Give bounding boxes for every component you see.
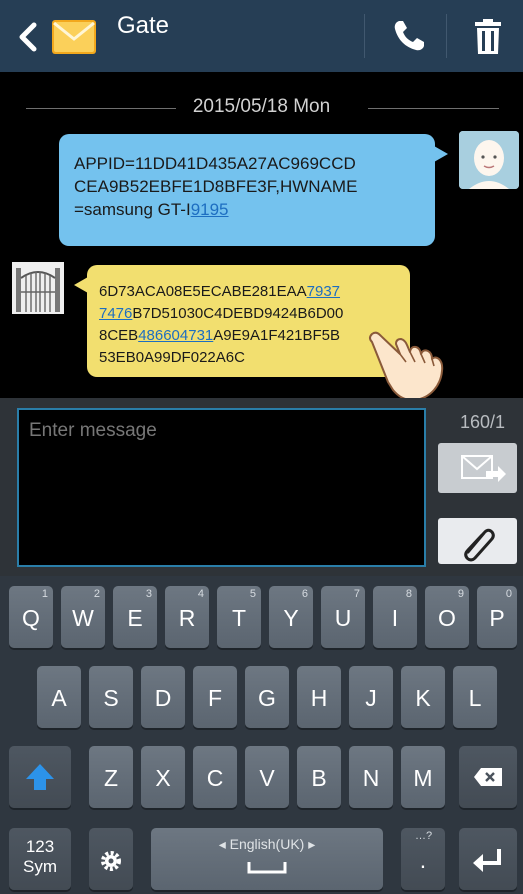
- shift-key[interactable]: [9, 746, 71, 808]
- key-k[interactable]: K: [401, 666, 445, 728]
- symbols-key[interactable]: 123 Sym: [9, 828, 71, 890]
- header-divider: [364, 14, 365, 58]
- message-line: 53EB0A99DF022A6C: [99, 349, 245, 366]
- message-input-placeholder: Enter message: [29, 420, 157, 441]
- phone-number-link[interactable]: 486604731: [138, 327, 213, 344]
- send-message-icon: [461, 455, 506, 482]
- key-a[interactable]: A: [37, 666, 81, 728]
- character-counter: 160/1: [460, 412, 506, 432]
- on-screen-keyboard: 1Q 2W 3E 4R 5T 6Y 7U 8I 9O 0P A S D F G …: [0, 576, 523, 894]
- key-e[interactable]: 3E: [113, 586, 157, 648]
- outgoing-message-bubble[interactable]: APPID=11DD41D435A27AC969CCD CEA9B52EBFE1…: [59, 134, 448, 246]
- key-v[interactable]: V: [245, 746, 289, 808]
- gear-icon: [101, 851, 121, 871]
- contact-avatar: [12, 262, 64, 314]
- key-c[interactable]: C: [193, 746, 237, 808]
- phone-number-link[interactable]: 7937: [307, 283, 340, 300]
- key-t[interactable]: 5T: [217, 586, 261, 648]
- message-line: 7476B7D51030C4DEBD9424B6D00: [99, 305, 344, 322]
- date-label: 2015/05/18 Mon: [184, 96, 339, 117]
- key-z[interactable]: Z: [89, 746, 133, 808]
- phone-icon[interactable]: [391, 18, 427, 54]
- pointing-hand-icon: [369, 331, 444, 402]
- key-s[interactable]: S: [89, 666, 133, 728]
- key-q[interactable]: 1Q: [9, 586, 53, 648]
- incoming-message-bubble[interactable]: 6D73ACA08E5ECABE281EAA7937 7476B7D51030C…: [74, 265, 410, 377]
- phone-number-link[interactable]: 9195: [191, 200, 229, 219]
- key-j[interactable]: J: [349, 666, 393, 728]
- date-separator: 2015/05/18 Mon: [0, 96, 523, 120]
- key-b[interactable]: B: [297, 746, 341, 808]
- paperclip-icon: [464, 528, 495, 562]
- key-x[interactable]: X: [141, 746, 185, 808]
- my-avatar: [459, 131, 519, 189]
- enter-icon: [473, 849, 501, 872]
- message-line: CEA9B52EBFE1D8BFE3F,HWNAME: [74, 177, 358, 196]
- key-d[interactable]: D: [141, 666, 185, 728]
- conversation-thread[interactable]: 2015/05/18 Mon APPID=11DD41D435A27AC969C…: [0, 72, 523, 402]
- key-i[interactable]: 8I: [373, 586, 417, 648]
- space-key[interactable]: ◂ English(UK) ▸: [151, 828, 383, 890]
- message-line: =samsung GT-I9195: [74, 200, 229, 219]
- key-n[interactable]: N: [349, 746, 393, 808]
- shift-arrow-icon: [26, 764, 54, 790]
- key-w[interactable]: 2W: [61, 586, 105, 648]
- contact-name: Gate: [117, 12, 170, 39]
- message-line: 8CEB486604731A9E9A1F421BF5B: [99, 327, 341, 344]
- message-input[interactable]: Enter message: [17, 408, 426, 567]
- phone-number-link[interactable]: 7476: [99, 305, 132, 322]
- back-arrow-icon[interactable]: [14, 20, 44, 54]
- header-divider: [446, 14, 447, 58]
- send-button[interactable]: [438, 443, 517, 493]
- settings-key[interactable]: [89, 828, 133, 890]
- trash-icon[interactable]: [471, 18, 505, 56]
- key-p[interactable]: 0P: [477, 586, 517, 648]
- space-bar-icon: [247, 862, 287, 874]
- key-l[interactable]: L: [453, 666, 497, 728]
- attach-button[interactable]: [438, 518, 517, 564]
- key-h[interactable]: H: [297, 666, 341, 728]
- compose-panel: Enter message 160/1: [0, 398, 523, 576]
- key-m[interactable]: M: [401, 746, 445, 808]
- key-u[interactable]: 7U: [321, 586, 365, 648]
- period-key[interactable]: …? .: [401, 828, 445, 890]
- backspace-icon: [474, 768, 502, 786]
- key-o[interactable]: 9O: [425, 586, 469, 648]
- enter-key[interactable]: [459, 828, 517, 890]
- backspace-key[interactable]: [459, 746, 517, 808]
- message-line: 6D73ACA08E5ECABE281EAA7937: [99, 283, 341, 300]
- language-label: English(UK): [229, 836, 305, 852]
- app-header: Gate: [0, 0, 523, 72]
- gate-image-icon: [12, 262, 64, 314]
- key-r[interactable]: 4R: [165, 586, 209, 648]
- key-g[interactable]: G: [245, 666, 289, 728]
- person-avatar-icon: [459, 131, 519, 189]
- key-f[interactable]: F: [193, 666, 237, 728]
- key-y[interactable]: 6Y: [269, 586, 313, 648]
- message-line: APPID=11DD41D435A27AC969CCD: [74, 154, 356, 173]
- envelope-icon: [52, 20, 96, 54]
